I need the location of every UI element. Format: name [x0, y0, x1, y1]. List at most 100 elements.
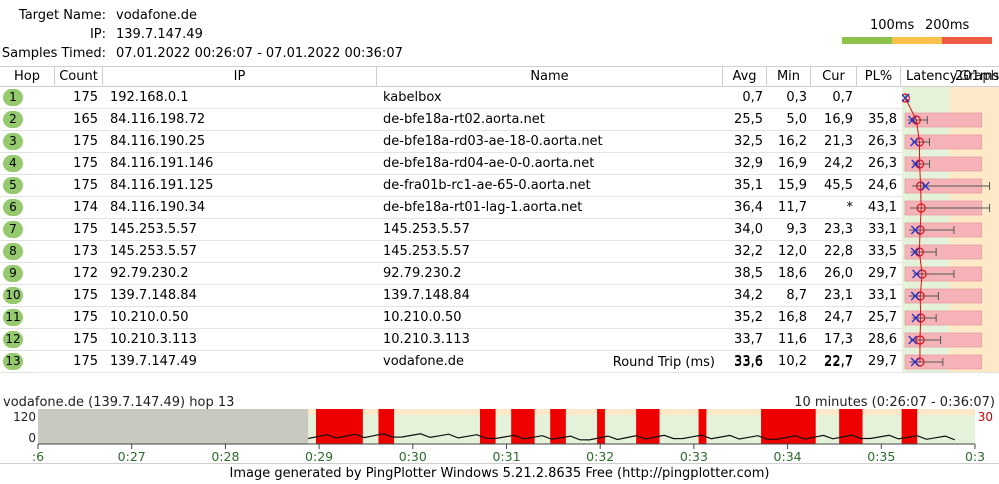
packet-loss-band	[901, 409, 918, 444]
timeline-y-max-label: 120	[13, 410, 36, 424]
hop-avg: 33,7	[734, 332, 763, 347]
timeline-x-tick-label: :6	[32, 449, 44, 462]
timeline-no-data-region	[38, 409, 309, 444]
col-avg[interactable]: Avg	[723, 67, 767, 87]
hop-cur: 23,3	[824, 222, 853, 237]
packet-loss-band	[315, 409, 363, 444]
hop-min: 16,2	[778, 134, 807, 149]
hop-avg: 0,7	[742, 90, 763, 105]
timeline-x-tick-label: 0:35	[867, 449, 895, 462]
hop-ip: 10.210.3.113	[110, 332, 197, 347]
hop-row[interactable]: 4 175 84.116.191.146 de-bfe18a-rd04-ae-0-0.…	[0, 153, 999, 175]
hop-ip: 145.253.5.57	[110, 222, 197, 237]
hop-number-badge: 2	[3, 111, 23, 128]
ip-label: IP:	[89, 27, 106, 42]
hop-pl: 43,1	[868, 200, 897, 215]
hop-ip: 192.168.0.1	[110, 90, 189, 105]
hop-min: 9,3	[786, 222, 807, 237]
hop-number-badge: 6	[3, 199, 23, 216]
latency-graph-column	[902, 87, 999, 372]
hop-name: de-bfe18a-rt02.aorta.net	[383, 112, 545, 127]
round-trip-label: Round Trip (ms)	[612, 355, 715, 370]
col-name[interactable]: Name	[377, 67, 723, 87]
hop-row[interactable]: 5 175 84.116.191.125 de-fra01b-rc1-ae-65-0.…	[0, 175, 999, 197]
hop-min: 0,3	[786, 90, 807, 105]
hop-min: 5,0	[786, 112, 807, 127]
hop-name: de-bfe18a-rd04-ae-0-0.aorta.net	[383, 156, 595, 171]
hop-cur: *	[846, 200, 854, 215]
col-cur[interactable]: Cur	[811, 67, 857, 87]
hop-ip: 92.79.230.2	[110, 266, 189, 281]
hop-ip: 84.116.190.25	[110, 134, 206, 149]
hop-row[interactable]: 10 175 139.7.148.84 139.7.148.84 34,2 8,7 23,1…	[0, 285, 999, 307]
hop-row[interactable]: 12 175 10.210.3.113 10.210.3.113 33,7 11,6 17,…	[0, 329, 999, 351]
hop-ip: 139.7.148.84	[110, 288, 197, 303]
hop-pl: 26,3	[868, 134, 897, 149]
hop-number-badge: 10	[3, 287, 23, 304]
hop-row[interactable]: 8 173 145.253.5.57 145.253.5.57 32,2 12,0 22,8…	[0, 241, 999, 263]
hop-avg: 32,9	[734, 156, 763, 171]
col-latency-graph[interactable]: Latency 201ms Graph	[901, 67, 999, 87]
hop-avg: 25,5	[734, 112, 763, 127]
hop-pl: 24,6	[868, 178, 897, 193]
hop-row[interactable]: 7 175 145.253.5.57 145.253.5.57 34,0 9,3 23,3 3…	[0, 219, 999, 241]
hop-cur: 21,3	[824, 134, 853, 149]
packet-loss-band	[698, 409, 707, 444]
hop-pl: 33,1	[868, 288, 897, 303]
samples-timed-label: Samples Timed:	[1, 46, 106, 61]
hop-name: 10.210.0.50	[383, 310, 462, 325]
hop-number-badge: 3	[3, 133, 23, 150]
hop-avg: 35,2	[734, 310, 763, 325]
hop-row[interactable]: 3 175 84.116.190.25 de-bfe18a-rd03-ae-18-0.…	[0, 131, 999, 153]
hop-number-badge: 5	[3, 177, 23, 194]
hop-name: de-bfe18a-rd03-ae-18-0.aorta.net	[383, 134, 603, 149]
target-name-label: Target Name:	[18, 8, 106, 23]
packet-loss-band	[839, 409, 863, 444]
samples-timed-value: 07.01.2022 00:26:07 - 07.01.2022 00:36:0…	[116, 46, 403, 61]
hop-cur: 24,7	[824, 310, 853, 325]
table-header: Hop Count IP Name Avg Min Cur PL% Latenc…	[0, 66, 999, 87]
scale-low-bar	[842, 37, 892, 44]
col-ip[interactable]: IP	[103, 67, 377, 87]
hop-min: 11,6	[778, 332, 807, 347]
col-count[interactable]: Count	[55, 67, 103, 87]
hop-count: 175	[73, 332, 98, 347]
timeline-y-min-label: 0	[28, 431, 36, 445]
hop-cur: 26,0	[824, 266, 853, 281]
target-summary: Target Name: vodafone.de IP: 139.7.147.4…	[0, 0, 999, 66]
hop-min: 11,7	[778, 200, 807, 215]
hop-avg: 32,5	[734, 134, 763, 149]
hop-number-badge: 11	[3, 309, 23, 326]
hop-number-badge: 4	[3, 155, 23, 172]
timeline-x-tick-label: 0:34	[774, 449, 802, 462]
hop-avg: 34,2	[734, 288, 763, 303]
graph-header-label: Graph	[959, 69, 999, 84]
hop-count: 175	[73, 222, 98, 237]
hop-name: kabelbox	[383, 90, 442, 105]
hop-row[interactable]: 6 174 84.116.190.34 de-bfe18a-rt01-lag-1.ao…	[0, 197, 999, 219]
timeline-chart[interactable]: 120 0 30:6 0:27 0:28 0:29 0:30 0:31 0:32 0:33 0:34…	[0, 394, 999, 462]
hop-ip: 10.210.0.50	[110, 310, 189, 325]
hop-count: 175	[73, 310, 98, 325]
hop-pl: 35,8	[868, 112, 897, 127]
scale-mid-bar	[892, 37, 942, 44]
hop-pl: 29,7	[868, 266, 897, 281]
col-pl[interactable]: PL%	[857, 67, 901, 87]
hop-name: 92.79.230.2	[383, 266, 462, 281]
timeline-x-tick-label: 0:33	[680, 449, 708, 462]
hop-row[interactable]: 9 172 92.79.230.2 92.79.230.2 38,5 18,6 26,0 29…	[0, 263, 999, 285]
hop-row[interactable]: 1 175 192.168.0.1 kabelbox 0,7 0,3 0,7	[0, 87, 999, 109]
latency-header-label: Latency	[906, 69, 958, 84]
hop-count: 175	[73, 90, 98, 105]
hop-row[interactable]: 2 165 84.116.198.72 de-bfe18a-rt02.aorta.ne…	[0, 109, 999, 131]
hop-pl: 33,1	[868, 222, 897, 237]
hop-name: de-bfe18a-rt01-lag-1.aorta.net	[383, 200, 583, 215]
timeline-x-tick-label: 0:31	[492, 449, 520, 462]
hop-row[interactable]: 11 175 10.210.0.50 10.210.0.50 35,2 16,8 24,7 2…	[0, 307, 999, 329]
col-min[interactable]: Min	[767, 67, 811, 87]
hop-min: 16,8	[778, 310, 807, 325]
hop-min: 18,6	[778, 266, 807, 281]
hop-min: 8,7	[786, 288, 807, 303]
col-hop[interactable]: Hop	[0, 67, 55, 87]
timeline-x-tick-label: 0:29	[305, 449, 333, 462]
